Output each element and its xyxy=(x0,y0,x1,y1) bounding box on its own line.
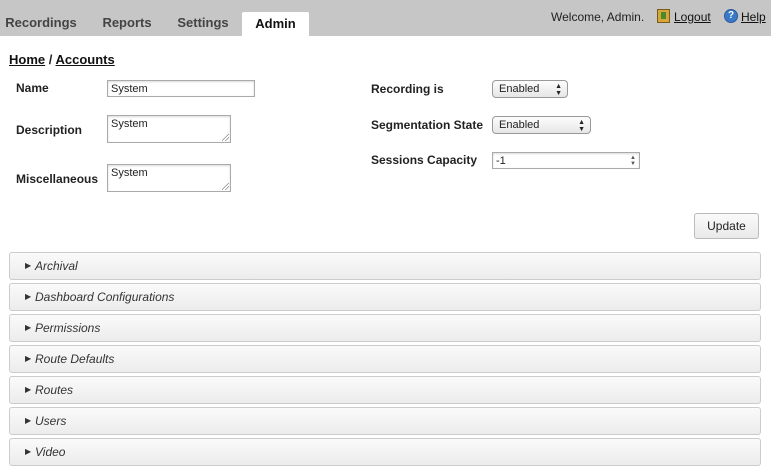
segmentation-select-value: Enabled xyxy=(499,119,540,131)
tab-recordings[interactable]: Recordings xyxy=(0,10,82,36)
segmentation-label: Segmentation State xyxy=(371,118,484,132)
name-input-value: System xyxy=(111,83,148,95)
description-value: System xyxy=(111,118,148,130)
sessions-capacity-value: -1 xyxy=(496,155,506,167)
section-label: Routes xyxy=(35,383,74,397)
spinner-icon[interactable]: ▲ ▼ xyxy=(630,155,636,167)
sessions-capacity-input[interactable]: -1 ▲ ▼ xyxy=(492,152,640,169)
breadcrumb: Home / Accounts xyxy=(9,52,115,67)
description-textarea[interactable]: System xyxy=(107,115,231,143)
tab-settings[interactable]: Settings xyxy=(168,10,238,36)
tab-reports[interactable]: Reports xyxy=(90,10,164,36)
top-navigation-bar: Recordings Reports Settings Admin Welcom… xyxy=(0,0,771,36)
breadcrumb-home[interactable]: Home xyxy=(9,52,45,67)
breadcrumb-accounts[interactable]: Accounts xyxy=(56,52,115,67)
recording-select-value: Enabled xyxy=(499,83,540,95)
logout-link[interactable]: Logout xyxy=(674,10,711,24)
update-button[interactable]: Update xyxy=(694,213,759,239)
section-label: Dashboard Configurations xyxy=(35,290,175,304)
resize-grip-icon[interactable] xyxy=(222,183,229,190)
sessions-capacity-label: Sessions Capacity xyxy=(371,153,478,167)
name-label: Name xyxy=(16,81,49,95)
expand-triangle-icon: ▶ xyxy=(25,354,32,363)
help-icon[interactable]: ? xyxy=(724,9,738,23)
miscellaneous-textarea[interactable]: System xyxy=(107,164,231,192)
expand-triangle-icon: ▶ xyxy=(25,323,32,332)
section-users[interactable]: ▶ Users xyxy=(9,407,761,435)
miscellaneous-value: System xyxy=(111,167,148,179)
section-permissions[interactable]: ▶ Permissions xyxy=(9,314,761,342)
name-input[interactable]: System xyxy=(107,80,255,97)
breadcrumb-separator: / xyxy=(48,52,53,67)
miscellaneous-label: Miscellaneous xyxy=(16,172,99,186)
help-link[interactable]: Help xyxy=(741,10,766,24)
logout-icon[interactable] xyxy=(657,9,670,23)
recording-label: Recording is xyxy=(371,82,444,96)
description-label: Description xyxy=(16,123,83,137)
section-routes[interactable]: ▶ Routes xyxy=(9,376,761,404)
section-archival[interactable]: ▶ Archival xyxy=(9,252,761,280)
expand-triangle-icon: ▶ xyxy=(25,292,32,301)
expand-triangle-icon: ▶ xyxy=(25,447,32,456)
welcome-text: Welcome, Admin. xyxy=(551,10,645,24)
resize-grip-icon[interactable] xyxy=(222,134,229,141)
select-arrows-icon: ▲ ▼ xyxy=(555,83,562,97)
section-label: Video xyxy=(35,445,66,459)
section-label: Permissions xyxy=(35,321,101,335)
select-arrows-icon: ▲ ▼ xyxy=(578,119,585,133)
section-route-defaults[interactable]: ▶ Route Defaults xyxy=(9,345,761,373)
tab-admin[interactable]: Admin xyxy=(242,12,309,36)
section-label: Route Defaults xyxy=(35,352,115,366)
recording-select[interactable]: Enabled ▲ ▼ xyxy=(492,80,568,98)
expand-triangle-icon: ▶ xyxy=(25,261,32,270)
section-label: Archival xyxy=(35,259,78,273)
expand-triangle-icon: ▶ xyxy=(25,416,32,425)
section-label: Users xyxy=(35,414,67,428)
section-dashboard-configurations[interactable]: ▶ Dashboard Configurations xyxy=(9,283,761,311)
section-video[interactable]: ▶ Video xyxy=(9,438,761,466)
expand-triangle-icon: ▶ xyxy=(25,385,32,394)
segmentation-select[interactable]: Enabled ▲ ▼ xyxy=(492,116,591,134)
